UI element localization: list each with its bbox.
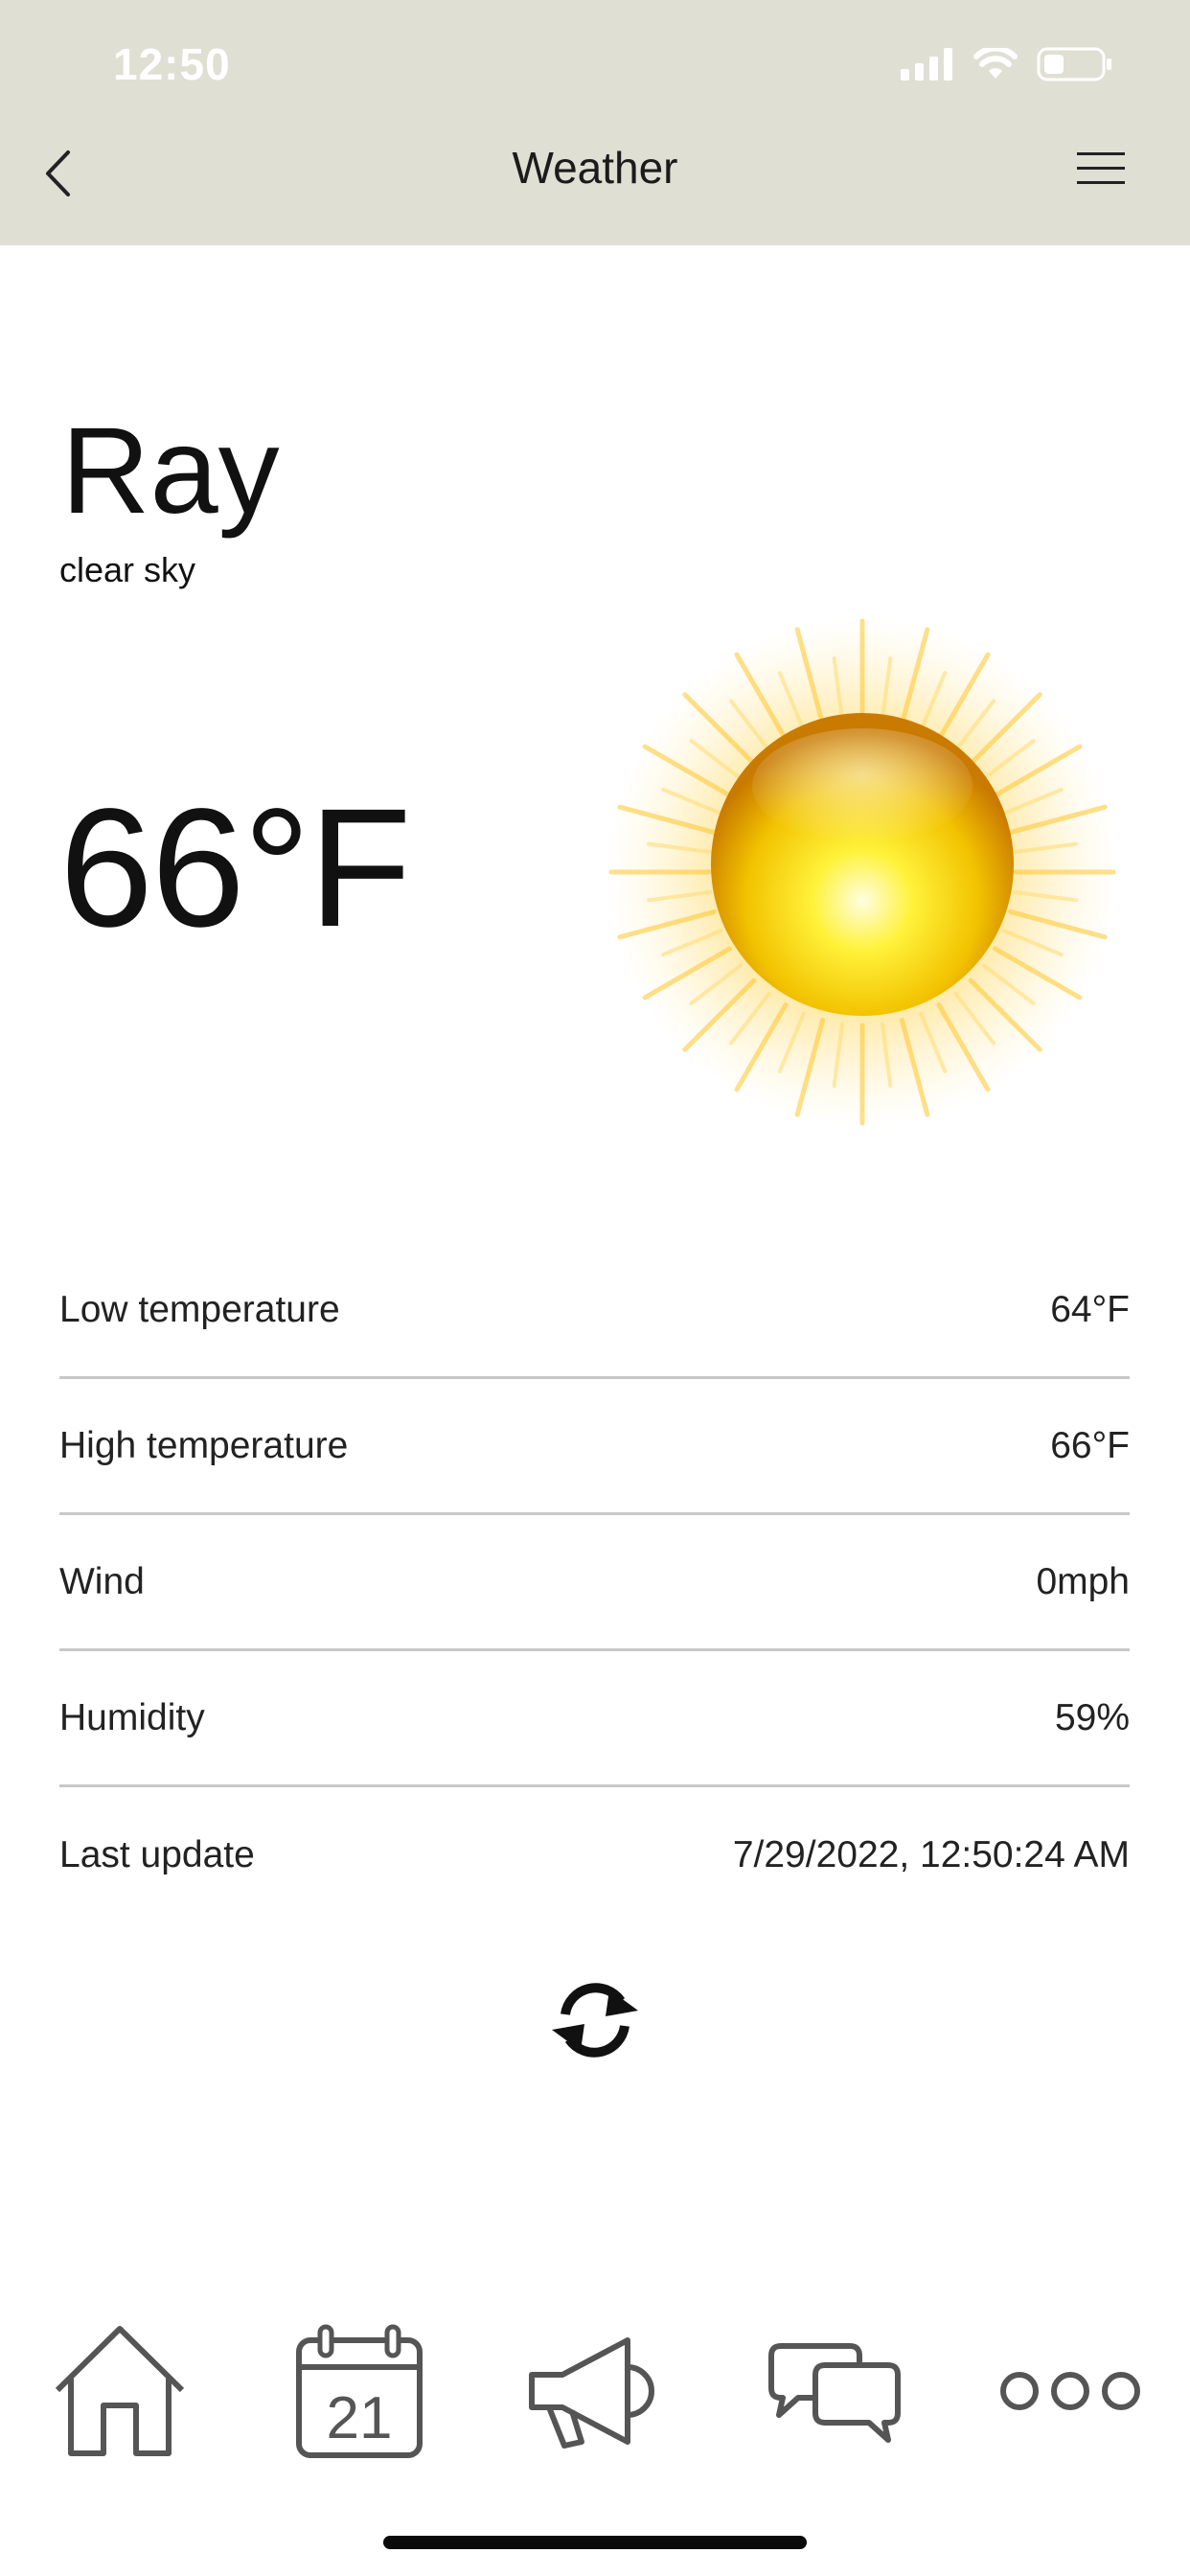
detail-row-low-temp: Low temperature 64°F xyxy=(59,1243,1130,1379)
weather-details-list: Low temperature 64°F High temperature 66… xyxy=(59,1243,1130,1923)
wifi-icon xyxy=(973,48,1018,79)
detail-row-last-update: Last update 7/29/2022, 12:50:24 AM xyxy=(59,1787,1130,1923)
detail-value: 7/29/2022, 12:50:24 AM xyxy=(732,1834,1130,1875)
page-title: Weather xyxy=(512,143,678,193)
detail-row-high-temp: High temperature 66°F xyxy=(59,1379,1130,1515)
detail-label: Wind xyxy=(59,1560,145,1602)
detail-label: High temperature xyxy=(59,1424,349,1466)
detail-row-humidity: Humidity 59% xyxy=(59,1651,1130,1787)
tab-home[interactable] xyxy=(48,2319,192,2463)
detail-value: 0mph xyxy=(1036,1560,1130,1602)
megaphone-icon xyxy=(529,2337,654,2449)
tab-messages[interactable] xyxy=(762,2319,905,2463)
status-time: 12:50 xyxy=(113,39,231,89)
more-icon xyxy=(1000,2372,1140,2410)
detail-label: Humidity xyxy=(59,1696,205,1738)
menu-button[interactable] xyxy=(1075,150,1133,197)
weather-description: clear sky xyxy=(59,550,196,589)
home-icon xyxy=(55,2326,185,2456)
detail-label: Low temperature xyxy=(59,1288,340,1330)
status-icons xyxy=(901,46,1113,82)
tab-announcements[interactable] xyxy=(522,2319,666,2463)
hamburger-icon xyxy=(1077,152,1125,184)
detail-value: 64°F xyxy=(1050,1288,1130,1330)
home-indicator xyxy=(383,2536,807,2549)
app-header: 12:50 Weather xyxy=(0,0,1190,245)
battery-icon xyxy=(1037,47,1111,81)
location-name: Ray xyxy=(61,402,280,540)
detail-value: 59% xyxy=(1054,1696,1130,1738)
current-temperature: 66°F xyxy=(59,774,412,962)
calendar-day-text: 21 xyxy=(327,2385,393,2451)
detail-value: 66°F xyxy=(1050,1424,1130,1466)
detail-label: Last update xyxy=(59,1834,255,1875)
chat-icon xyxy=(768,2343,901,2443)
calendar-icon: 21 xyxy=(296,2324,423,2458)
tab-calendar[interactable]: 21 xyxy=(287,2319,431,2463)
detail-row-wind: Wind 0mph xyxy=(59,1515,1130,1651)
sun-icon xyxy=(608,618,1116,1126)
signal-icon xyxy=(901,48,952,80)
bottom-tab-bar: 21 xyxy=(0,2300,1190,2472)
tab-more[interactable] xyxy=(998,2319,1142,2463)
refresh-button[interactable] xyxy=(542,1972,648,2068)
refresh-icon xyxy=(552,1983,638,2058)
